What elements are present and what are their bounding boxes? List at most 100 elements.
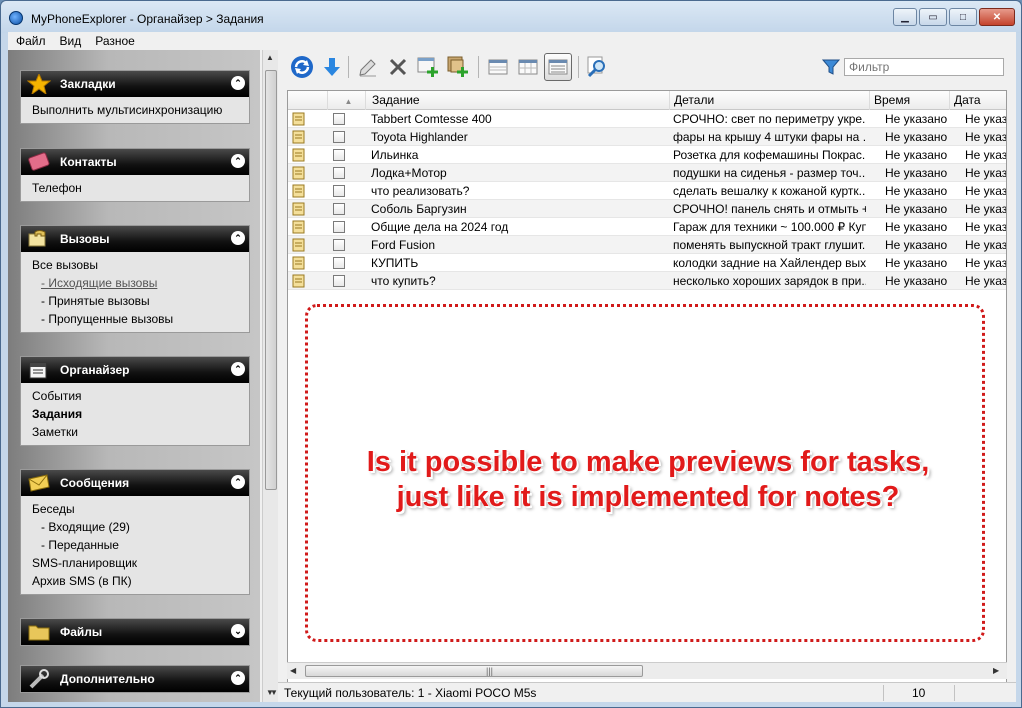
panel-header-organizer[interactable]: Органайзер ⌃ bbox=[21, 357, 249, 383]
menu-view[interactable]: Вид bbox=[60, 34, 82, 48]
status-dropdown-icon[interactable]: ▼ bbox=[270, 688, 278, 697]
panel-header-bookmarks[interactable]: Закладки ⌃ bbox=[21, 71, 249, 97]
sidebar-item-multisync[interactable]: Выполнить мультисинхронизацию bbox=[21, 101, 249, 119]
sidebar-item-phone[interactable]: Телефон bbox=[21, 179, 249, 197]
task-done-checkbox[interactable] bbox=[333, 113, 345, 125]
table-row[interactable]: Toyota Highlander фары на крышу 4 штуки ф… bbox=[288, 128, 1006, 146]
column-header-details[interactable]: Детали bbox=[670, 91, 870, 110]
menu-file[interactable]: Файл bbox=[16, 34, 46, 48]
filter-input[interactable] bbox=[844, 58, 1004, 76]
column-header-icon[interactable] bbox=[288, 91, 328, 110]
column-header-task[interactable]: Задание bbox=[368, 91, 670, 110]
delete-button[interactable] bbox=[384, 53, 412, 81]
scroll-right-icon[interactable]: ▶ bbox=[993, 666, 999, 675]
panel-files: Файлы ⌄ bbox=[20, 618, 250, 646]
task-done-checkbox[interactable] bbox=[333, 275, 345, 287]
collapse-up-icon[interactable]: ⌃ bbox=[231, 154, 245, 168]
collapse-up-icon[interactable]: ⌃ bbox=[231, 475, 245, 489]
sidebar-item-inbox[interactable]: - Входящие (29) bbox=[21, 518, 249, 536]
column-header-time[interactable]: Время bbox=[870, 91, 950, 110]
contacts-book-icon bbox=[28, 152, 50, 171]
task-done-checkbox[interactable] bbox=[333, 185, 345, 197]
panel-header-contacts[interactable]: Контакты ⌃ bbox=[21, 149, 249, 175]
scrollbar-thumb[interactable]: ||| bbox=[305, 665, 643, 677]
status-item-count: 10 bbox=[912, 686, 926, 700]
cell-date: Не указ bbox=[965, 112, 1007, 126]
sidebar-item-received-calls[interactable]: - Принятые вызовы bbox=[21, 292, 249, 310]
edit-button[interactable] bbox=[354, 53, 382, 81]
table-row[interactable]: Tabbert Comtesse 400 СРОЧНО: свет по пери… bbox=[288, 110, 1007, 128]
column-header-date[interactable]: Дата bbox=[950, 91, 1006, 110]
sidebar-item-conversations[interactable]: Беседы bbox=[21, 500, 249, 518]
menu-bar: Файл Вид Разное bbox=[8, 32, 1016, 50]
task-done-checkbox[interactable] bbox=[333, 257, 345, 269]
task-done-checkbox[interactable] bbox=[333, 131, 345, 143]
panel-title: Органайзер bbox=[60, 363, 130, 377]
task-done-checkbox[interactable] bbox=[333, 149, 345, 161]
maximize-button[interactable]: □ bbox=[949, 8, 977, 26]
collapse-up-icon[interactable]: ⌃ bbox=[231, 362, 245, 376]
annotation-text: Is it possible to make previews for task… bbox=[308, 445, 988, 515]
view-grid-2-icon bbox=[518, 59, 538, 75]
cell-date: Не указ bbox=[965, 184, 1007, 198]
sidebar-item-all-calls[interactable]: Все вызовы bbox=[21, 256, 249, 274]
task-note-icon bbox=[292, 184, 305, 198]
cell-date: Не указ bbox=[965, 274, 1007, 288]
task-done-checkbox[interactable] bbox=[333, 239, 345, 251]
collapse-up-icon[interactable]: ⌃ bbox=[231, 76, 245, 90]
status-separator bbox=[883, 685, 884, 701]
panel-header-extra[interactable]: Дополнительно ⌃ bbox=[21, 666, 249, 692]
sidebar-item-outgoing-calls[interactable]: - Исходящие вызовы bbox=[21, 274, 249, 292]
panel-header-messages[interactable]: Сообщения ⌃ bbox=[21, 470, 249, 496]
sidebar-item-tasks[interactable]: Задания bbox=[21, 405, 249, 423]
task-done-checkbox[interactable] bbox=[333, 203, 345, 215]
cell-details: фары на крышу 4 штуки фары на ... bbox=[673, 130, 866, 144]
sidebar-item-events[interactable]: События bbox=[21, 387, 249, 405]
cell-date: Не указ bbox=[965, 256, 1007, 270]
task-done-checkbox[interactable] bbox=[333, 221, 345, 233]
sidebar-item-sms-archive[interactable]: Архив SMS (в ПК) bbox=[21, 572, 249, 590]
expand-down-icon[interactable]: ⌄ bbox=[231, 624, 245, 638]
collapse-up-icon[interactable]: ⌃ bbox=[231, 671, 245, 685]
cell-date: Не указ bbox=[965, 238, 1007, 252]
download-button[interactable] bbox=[318, 53, 346, 81]
refresh-button[interactable] bbox=[288, 53, 316, 81]
table-row[interactable]: что купить? несколько хороших зарядок в п… bbox=[288, 272, 1007, 290]
sidebar-item-sms-scheduler[interactable]: SMS-планировщик bbox=[21, 554, 249, 572]
restore-button[interactable]: ▭ bbox=[919, 8, 947, 26]
filter-icon[interactable] bbox=[821, 57, 841, 77]
table-row[interactable]: Соболь Баргузин СРОЧНО! панель снять и от… bbox=[288, 200, 1006, 218]
sidebar-item-sent[interactable]: - Переданные bbox=[21, 536, 249, 554]
add-button[interactable] bbox=[414, 53, 442, 81]
scrollbar-thumb[interactable] bbox=[265, 70, 277, 490]
table-row[interactable]: Общие дела на 2024 год Гараж для техники … bbox=[288, 218, 1007, 236]
horizontal-scrollbar[interactable]: ◀ ||| ▶ bbox=[287, 662, 1007, 679]
view-grid-2-button[interactable] bbox=[514, 53, 542, 81]
table-row[interactable]: Ford Fusion поменять выпускной тракт глуш… bbox=[288, 236, 1007, 254]
column-header-check[interactable]: ▲ bbox=[328, 91, 366, 110]
table-row[interactable]: КУПИТЬ колодки задние на Хайлендер вых...… bbox=[288, 254, 1007, 272]
close-button[interactable]: ✕ bbox=[979, 8, 1015, 26]
task-done-checkbox[interactable] bbox=[333, 167, 345, 179]
panel-header-files[interactable]: Файлы ⌄ bbox=[21, 619, 249, 645]
title-bar[interactable]: MyPhoneExplorer - Органайзер > Задания ▁… bbox=[1, 1, 1021, 33]
panel-header-calls[interactable]: Вызовы ⌃ bbox=[21, 226, 249, 252]
table-row[interactable]: что реализовать? сделать вешалку к кожано… bbox=[288, 182, 1007, 200]
find-button[interactable] bbox=[584, 53, 612, 81]
add-multiple-button[interactable] bbox=[444, 53, 472, 81]
collapse-up-icon[interactable]: ⌃ bbox=[231, 231, 245, 245]
sidebar-scrollbar[interactable]: ▲ ▼ bbox=[262, 50, 278, 702]
panel-contacts: Контакты ⌃ Телефон bbox=[20, 148, 250, 202]
sidebar-item-notes[interactable]: Заметки bbox=[21, 423, 249, 441]
minimize-button[interactable]: ▁ bbox=[893, 8, 917, 26]
table-row[interactable]: Лодка+Мотор подушки на сиденья - размер т… bbox=[288, 164, 1006, 182]
view-grid-1-button[interactable] bbox=[484, 53, 512, 81]
cell-date: Не указ bbox=[965, 220, 1007, 234]
scroll-left-icon[interactable]: ◀ bbox=[290, 666, 296, 675]
scroll-up-icon[interactable]: ▲ bbox=[266, 53, 274, 62]
menu-misc[interactable]: Разное bbox=[95, 34, 135, 48]
table-row[interactable]: Ильинка Розетка для кофемашины Покрас... Н… bbox=[288, 146, 1006, 164]
sidebar-item-missed-calls[interactable]: - Пропущенные вызовы bbox=[21, 310, 249, 328]
view-list-button[interactable] bbox=[544, 53, 572, 81]
cell-task: Ильинка bbox=[371, 148, 419, 162]
